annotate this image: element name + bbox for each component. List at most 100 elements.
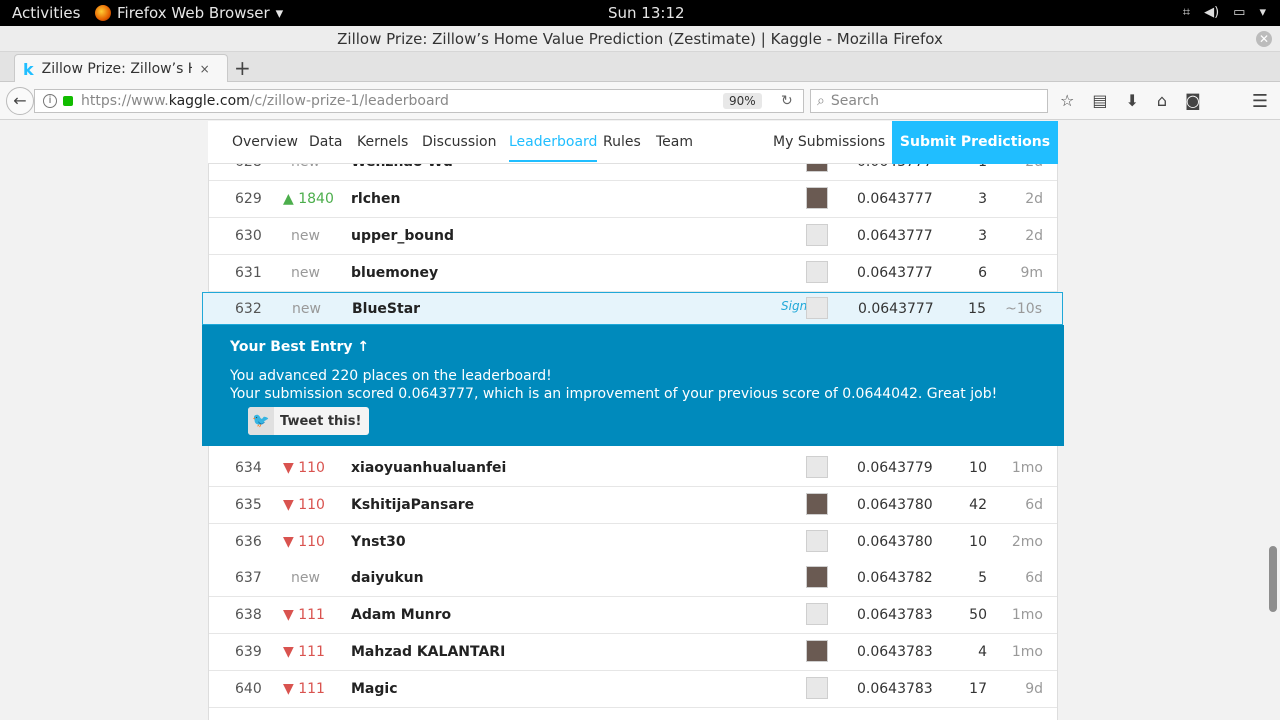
table-row[interactable]: 629 ▲ 1840 rlchen 0.0643777 3 2d [209, 181, 1057, 218]
home-icon[interactable]: ⌂ [1157, 91, 1167, 110]
app-menu-label: Firefox Web Browser [117, 4, 270, 22]
rank: 636 [235, 534, 262, 550]
activities-button[interactable]: Activities [12, 4, 80, 22]
best-entry-banner: Your Best Entry ↑ You advanced 220 place… [202, 325, 1064, 446]
score: 0.0643777 [857, 191, 933, 207]
avatar[interactable] [806, 603, 828, 625]
table-row[interactable]: 636 ▼ 110 Ynst30 0.0643780 10 2mo [209, 524, 1057, 561]
zoom-indicator[interactable]: 90% [723, 93, 762, 109]
score: 0.0643777 [857, 265, 933, 281]
team-name[interactable]: bluemoney [351, 265, 438, 281]
tweet-button[interactable]: 🐦 Tweet this! [248, 407, 370, 435]
rank-change: ▼ 111 [283, 644, 325, 660]
table-row[interactable]: 634 ▼ 110 xiaoyuanhualuanfei 0.0643779 1… [209, 450, 1057, 487]
close-window-icon[interactable]: ✕ [1256, 31, 1272, 47]
entries: 3 [978, 228, 987, 244]
entries: 50 [969, 607, 987, 623]
rank-change: ▼ 110 [283, 460, 325, 476]
last-submission: 2d [1025, 228, 1043, 244]
app-menu[interactable]: Firefox Web Browser ▾ [95, 4, 283, 22]
my-submissions-link[interactable]: My Submissions [773, 134, 885, 150]
window-titlebar: Zillow Prize: Zillow’s Home Value Predic… [0, 26, 1280, 52]
browser-tab[interactable]: k Zillow Prize: Zillow’s Ho × [14, 54, 228, 83]
scrollbar-thumb[interactable] [1269, 546, 1277, 612]
entries: 15 [968, 301, 986, 317]
table-row[interactable]: 635 ▼ 110 KshitijaPansare 0.0643780 42 6… [209, 487, 1057, 524]
reading-list-icon[interactable]: ▤ [1092, 91, 1107, 110]
pocket-icon[interactable]: ◙ [1185, 91, 1201, 110]
toolbar-icons: ☆ ▤ ⬇ ⌂ ◙ [1060, 91, 1201, 110]
competition-nav: Overview Data Kernels Discussion Leaderb… [208, 121, 1058, 164]
table-row[interactable]: 637 new daiyukun 0.0643782 5 6d [209, 560, 1057, 597]
back-button[interactable]: ← [6, 87, 34, 115]
rank: 638 [235, 607, 262, 623]
rank: 639 [235, 644, 262, 660]
tab-kernels[interactable]: Kernels [357, 134, 408, 150]
team-name[interactable]: Adam Munro [351, 607, 451, 623]
tab-team[interactable]: Team [656, 134, 693, 150]
tab-close-icon[interactable]: × [200, 62, 210, 76]
kaggle-favicon-icon: k [23, 59, 34, 79]
reload-icon[interactable]: ↻ [781, 93, 793, 109]
score: 0.0643783 [857, 681, 933, 697]
score: 0.0643780 [857, 497, 933, 513]
url-bar[interactable]: i https://www. kaggle.com/c/zillow-prize-… [34, 89, 804, 113]
avatar[interactable] [806, 187, 828, 209]
tab-discussion[interactable]: Discussion [422, 134, 496, 150]
avatar[interactable] [806, 297, 828, 319]
bookmark-star-icon[interactable]: ☆ [1060, 91, 1074, 110]
info-icon[interactable]: i [43, 94, 57, 108]
entries: 3 [978, 191, 987, 207]
tab-data[interactable]: Data [309, 134, 342, 150]
rank-change: ▲ 1840 [283, 191, 334, 207]
team-name[interactable]: upper_bound [351, 228, 454, 244]
hamburger-menu-icon[interactable]: ☰ [1252, 91, 1268, 112]
page-scrollbar[interactable] [1267, 121, 1279, 720]
rank: 630 [235, 228, 262, 244]
score: 0.0643783 [857, 644, 933, 660]
download-icon[interactable]: ⬇ [1125, 91, 1138, 110]
team-name[interactable]: Ynst30 [351, 534, 406, 550]
team-name[interactable]: KshitijaPansare [351, 497, 474, 513]
team-name[interactable]: Magic [351, 681, 398, 697]
rank: 640 [235, 681, 262, 697]
tab-rules[interactable]: Rules [603, 134, 641, 150]
volume-icon: ◀) [1204, 5, 1220, 20]
avatar[interactable] [806, 261, 828, 283]
system-tray[interactable]: ⌗ ◀) ▭ ▾ [1183, 5, 1266, 20]
tab-leaderboard[interactable]: Leaderboard [509, 134, 598, 162]
team-name[interactable]: BlueStar [352, 301, 420, 317]
best-entry-advance-text: You advanced 220 places on the leaderboa… [230, 368, 552, 384]
table-row[interactable]: 639 ▼ 111 Mahzad KALANTARI 0.0643783 4 1… [209, 634, 1057, 671]
avatar[interactable] [806, 677, 828, 699]
avatar[interactable] [806, 640, 828, 662]
score: 0.0643782 [857, 570, 933, 586]
team-name[interactable]: daiyukun [351, 570, 424, 586]
rank: 631 [235, 265, 262, 281]
team-name[interactable]: rlchen [351, 191, 400, 207]
search-input[interactable]: ⌕ Search [810, 89, 1048, 113]
twitter-icon: 🐦 [248, 407, 274, 435]
last-submission: 6d [1025, 570, 1043, 586]
avatar[interactable] [806, 566, 828, 588]
table-row[interactable]: 640 ▼ 111 Magic 0.0643783 17 9d [209, 671, 1057, 708]
table-row[interactable]: 638 ▼ 111 Adam Munro 0.0643783 50 1mo [209, 597, 1057, 634]
last-submission: 2mo [1011, 534, 1043, 550]
tab-overview[interactable]: Overview [232, 134, 298, 150]
entries: 10 [969, 460, 987, 476]
new-tab-button[interactable]: + [234, 56, 251, 80]
submit-predictions-button[interactable]: Submit Predictions [892, 121, 1058, 164]
team-name[interactable]: Mahzad KALANTARI [351, 644, 505, 660]
lock-icon[interactable] [63, 96, 73, 106]
team-name[interactable]: xiaoyuanhualuanfei [351, 460, 506, 476]
battery-icon: ▭ [1233, 5, 1246, 20]
avatar[interactable] [806, 530, 828, 552]
avatar[interactable] [806, 224, 828, 246]
rank: 632 [235, 301, 262, 317]
table-row[interactable]: 631 new bluemoney 0.0643777 6 9m [209, 255, 1057, 292]
avatar[interactable] [806, 456, 828, 478]
table-row[interactable]: 630 new upper_bound 0.0643777 3 2d [209, 218, 1057, 255]
clock[interactable]: Sun 13:12 [608, 4, 685, 22]
avatar[interactable] [806, 493, 828, 515]
my-team-row[interactable]: 632 new BlueStar Sign 0.0643777 15 ~10s [202, 292, 1063, 325]
